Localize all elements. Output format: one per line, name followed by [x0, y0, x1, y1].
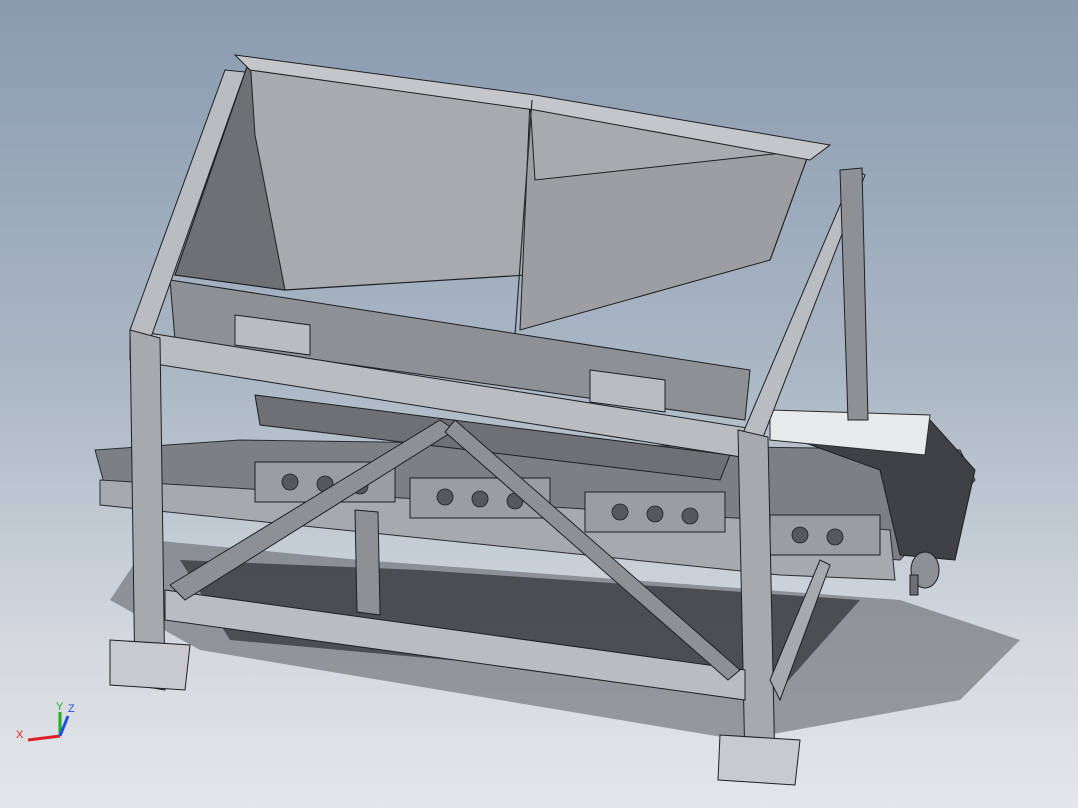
roller	[436, 488, 454, 506]
base-plate-right	[717, 734, 801, 786]
roller-window	[769, 514, 881, 556]
roller	[281, 473, 299, 491]
x-axis-label: X	[16, 729, 24, 741]
y-axis-label: Y	[56, 701, 64, 713]
roller	[791, 526, 809, 544]
frame-leg-back-right	[839, 167, 869, 421]
hopper-conveyor-model[interactable]	[0, 0, 1078, 808]
cad-viewport[interactable]: X Y Z	[0, 0, 1078, 808]
z-axis-label: Z	[68, 703, 75, 715]
roller	[681, 507, 699, 525]
pulley-shaft	[909, 574, 919, 596]
roller	[471, 490, 489, 508]
frame-leg-front-left	[129, 329, 166, 691]
roller	[646, 505, 664, 523]
roller	[611, 503, 629, 521]
base-plate-left	[109, 639, 191, 691]
frame-leg-back-left	[354, 509, 381, 616]
orientation-triad: X Y Z	[16, 701, 75, 742]
x-axis-arrow	[27, 734, 61, 742]
roller	[826, 528, 844, 546]
